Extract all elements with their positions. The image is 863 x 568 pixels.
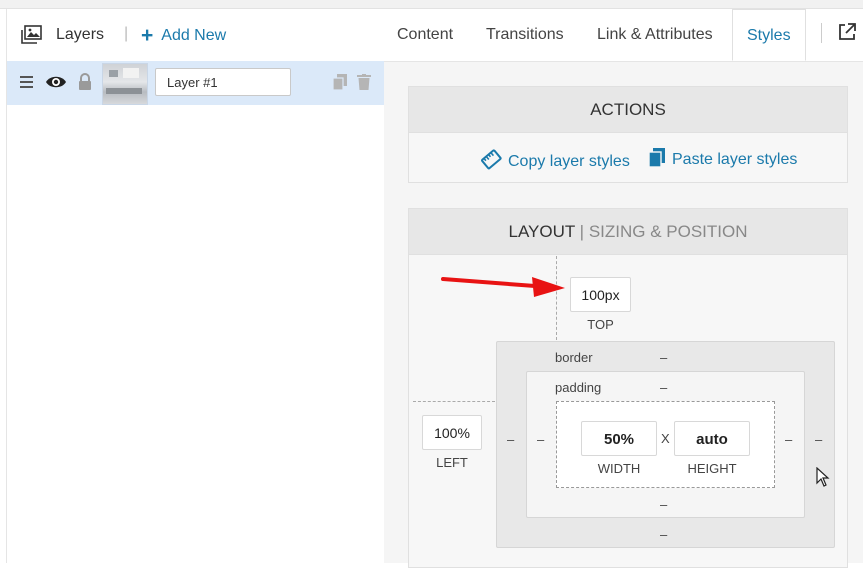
height-label: HEIGHT bbox=[687, 461, 737, 476]
plus-icon: + bbox=[141, 24, 154, 47]
layout-title: LAYOUT | SIZING & POSITION bbox=[409, 209, 847, 255]
paste-layer-styles-button[interactable]: Paste layer styles bbox=[648, 148, 797, 169]
tab-styles[interactable]: Styles bbox=[732, 9, 806, 61]
tab-bar: Content Transitions Link & Attributes St… bbox=[384, 9, 863, 62]
border-left-value[interactable]: – bbox=[507, 432, 514, 447]
layers-icon bbox=[21, 25, 42, 44]
tab-transitions[interactable]: Transitions bbox=[486, 26, 564, 44]
border-bottom-value[interactable]: – bbox=[660, 527, 667, 542]
border-right-value[interactable]: – bbox=[815, 432, 822, 447]
height-input[interactable]: auto bbox=[674, 421, 750, 456]
layers-title: Layers bbox=[56, 26, 105, 43]
top-label: TOP bbox=[587, 317, 614, 332]
padding-right-value[interactable]: – bbox=[785, 432, 792, 447]
paste-layer-styles-label: Paste layer styles bbox=[672, 151, 798, 168]
width-label: WIDTH bbox=[597, 461, 641, 476]
layout-title-sep: | bbox=[574, 222, 589, 241]
padding-bottom-value[interactable]: – bbox=[660, 497, 667, 512]
header-separator: | bbox=[124, 25, 129, 42]
layer-name-input[interactable]: Layer #1 bbox=[155, 68, 291, 96]
tab-content[interactable]: Content bbox=[397, 26, 453, 44]
eye-icon[interactable] bbox=[45, 74, 67, 90]
layout-title-main: LAYOUT bbox=[508, 222, 575, 241]
left-guide-line bbox=[413, 401, 495, 402]
layers-header: Layers | + Add New bbox=[7, 9, 384, 62]
tab-link-attributes[interactable]: Link & Attributes bbox=[597, 26, 713, 44]
actions-box: ACTIONS Copy layer styles Paste layer st… bbox=[408, 86, 848, 183]
padding-top-value[interactable]: – bbox=[660, 380, 667, 395]
layer-thumbnail bbox=[102, 63, 148, 105]
arrow-annotation bbox=[441, 277, 565, 297]
copy-layer-styles-label: Copy layer styles bbox=[508, 153, 630, 170]
add-new-label: Add New bbox=[161, 27, 227, 44]
border-top-value[interactable]: – bbox=[660, 350, 667, 365]
lock-icon[interactable] bbox=[78, 73, 92, 91]
layout-title-sub: SIZING & POSITION bbox=[588, 222, 748, 241]
trash-icon[interactable] bbox=[357, 74, 371, 90]
copy-layer-styles-button[interactable]: Copy layer styles bbox=[480, 148, 630, 171]
width-input[interactable]: 50% bbox=[581, 421, 657, 456]
tab-separator bbox=[821, 23, 822, 43]
hamburger-icon[interactable] bbox=[20, 76, 33, 88]
duplicate-icon[interactable] bbox=[333, 74, 347, 90]
external-link-icon[interactable] bbox=[838, 23, 856, 41]
size-separator: X bbox=[661, 431, 670, 446]
copy-styles-icon bbox=[481, 149, 502, 170]
add-new-button[interactable]: + Add New bbox=[141, 24, 226, 48]
mouse-cursor-icon bbox=[816, 467, 830, 487]
padding-label: padding bbox=[555, 380, 602, 395]
border-label: border bbox=[555, 350, 593, 365]
paste-styles-icon bbox=[648, 148, 665, 168]
top-strip bbox=[0, 0, 863, 9]
actions-title: ACTIONS bbox=[409, 87, 847, 133]
left-position-input[interactable]: 100% bbox=[422, 415, 482, 450]
layer-row[interactable]: Layer #1 bbox=[7, 61, 384, 105]
padding-left-value[interactable]: – bbox=[537, 432, 544, 447]
layers-panel: Layers | + Add New Layer #1 bbox=[6, 9, 385, 563]
left-label: LEFT bbox=[436, 455, 468, 470]
top-position-input[interactable]: 100px bbox=[570, 277, 631, 312]
